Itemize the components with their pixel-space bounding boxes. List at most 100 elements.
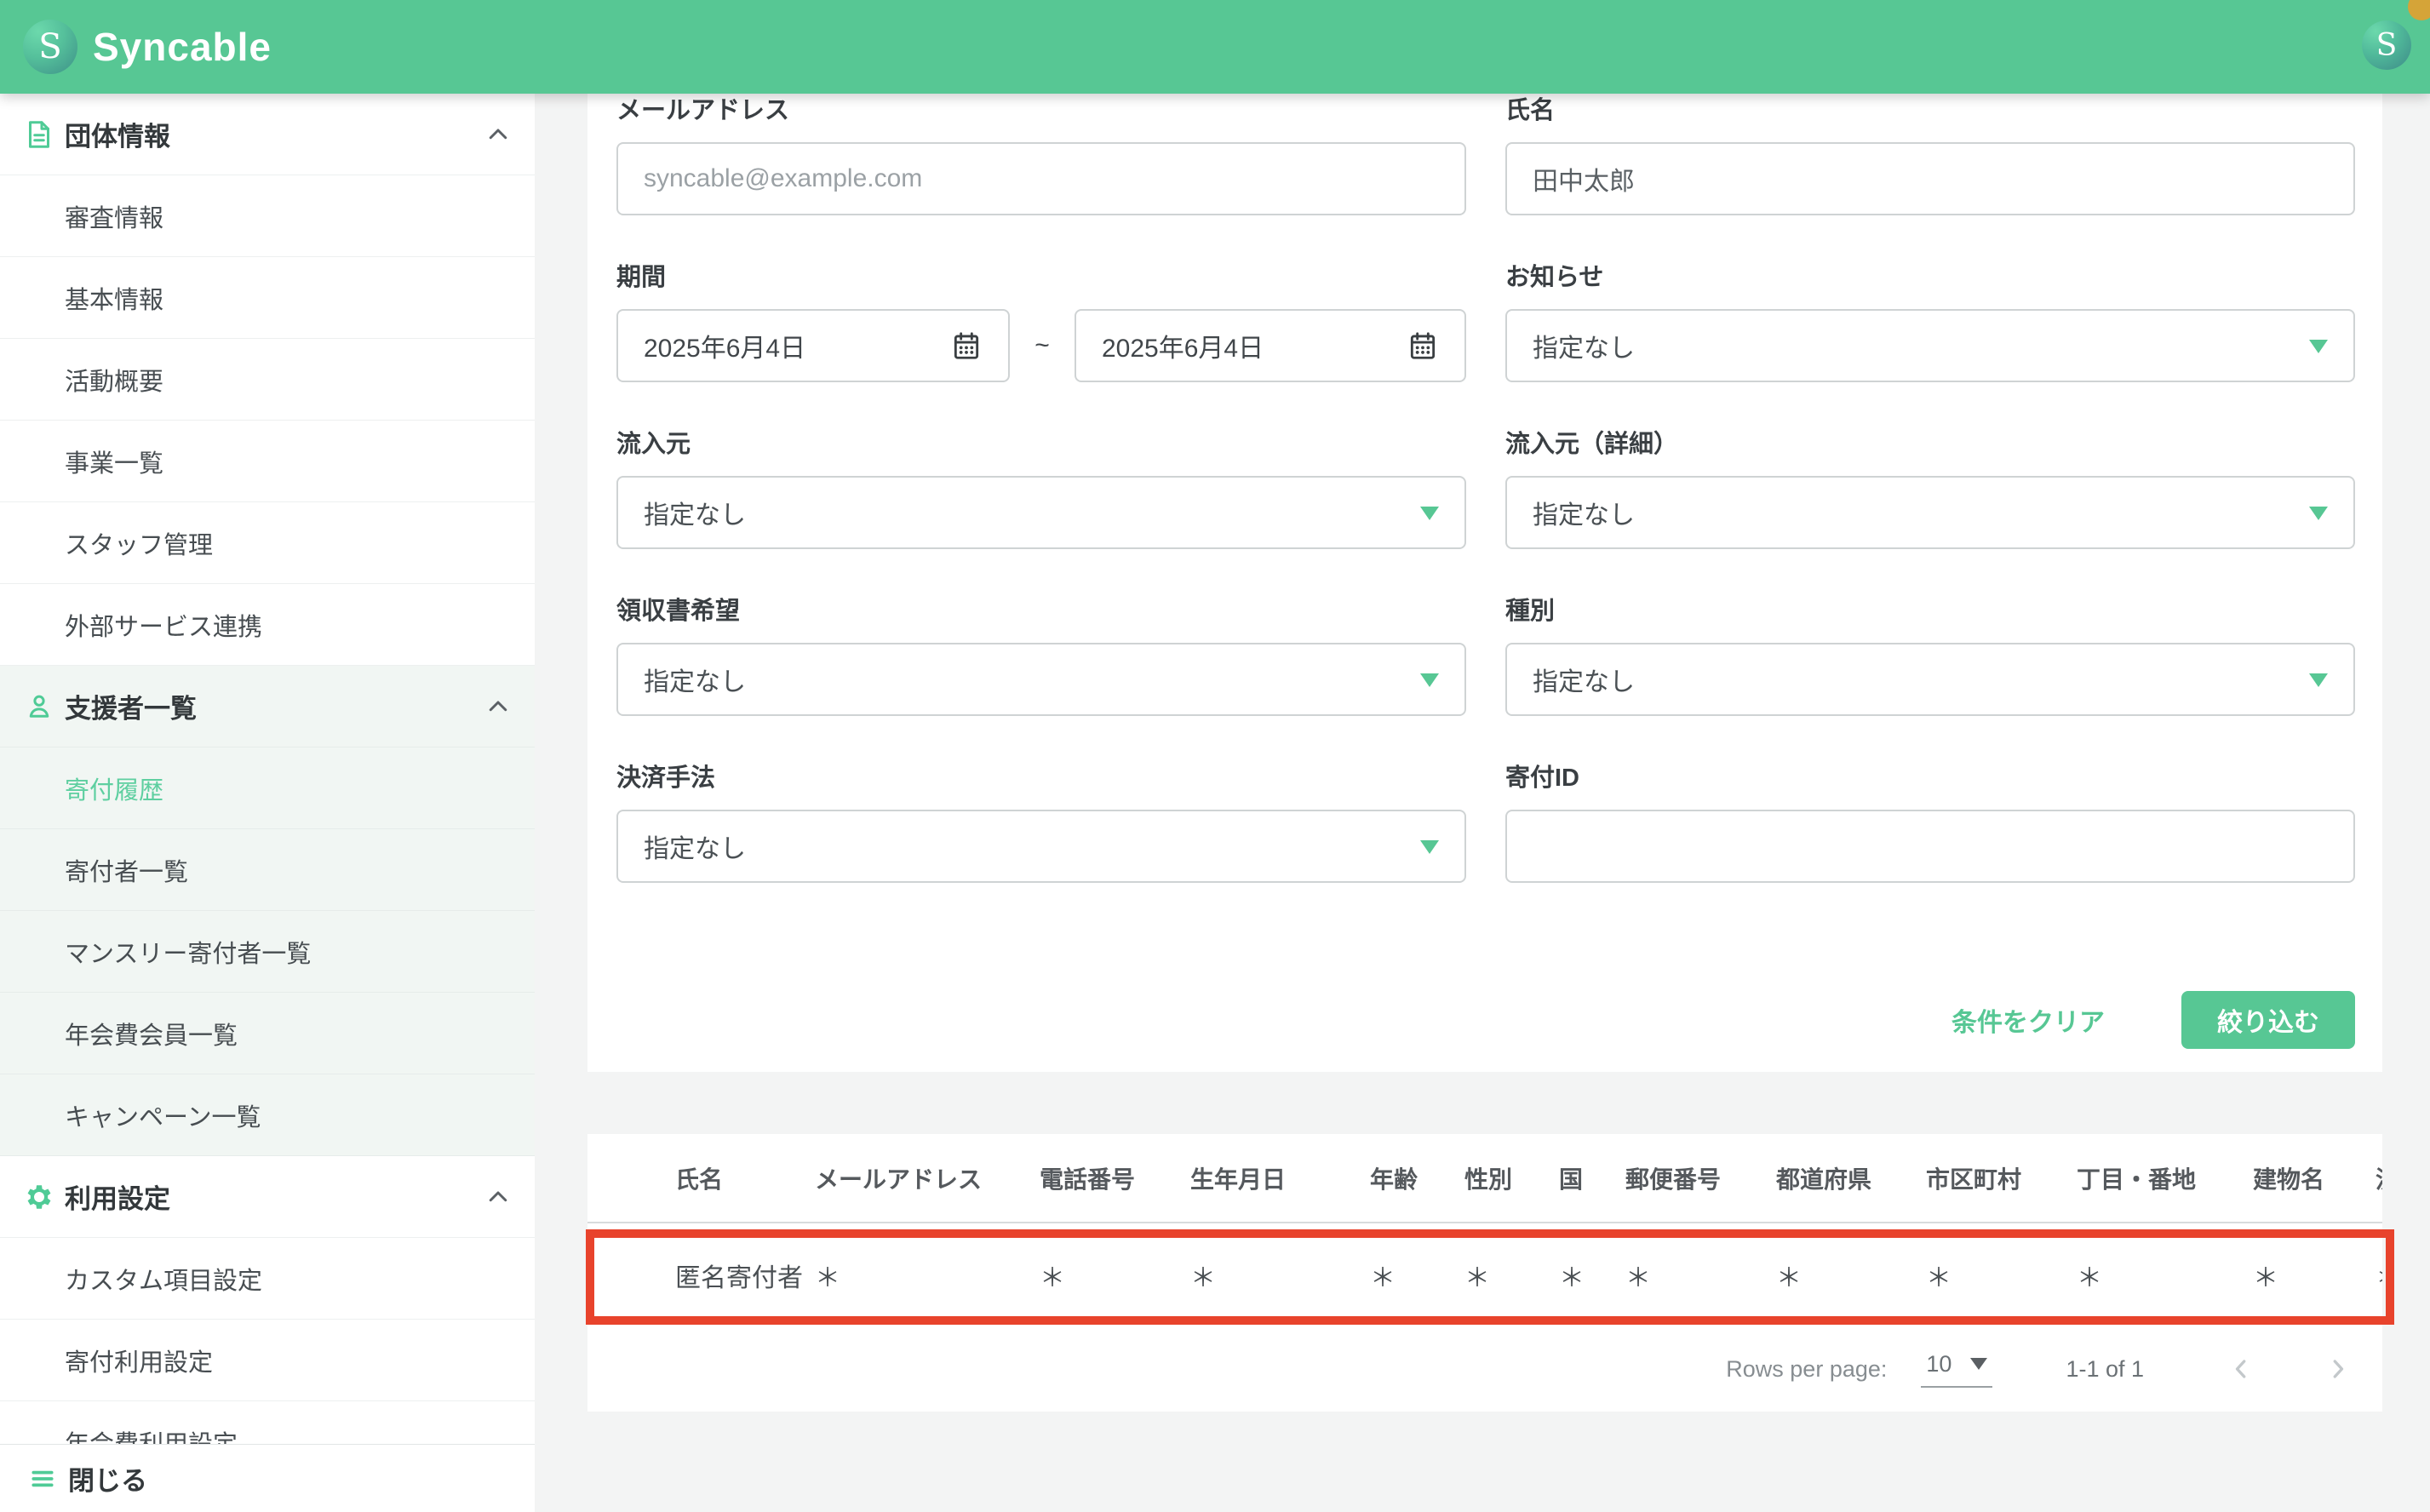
caret-down-icon [2309, 507, 2328, 520]
gear-icon [24, 1182, 54, 1212]
column-header: 流入元 [2376, 1161, 2382, 1195]
cell-masked: ＊ [1776, 1257, 1926, 1294]
sidebar-section-organization[interactable]: 団体情報 [0, 94, 535, 175]
calendar-icon [950, 329, 983, 362]
receipt-field-group: 領収書希望 指定なし [616, 597, 1466, 716]
inflow-value: 指定なし [644, 494, 746, 531]
column-header: 都道府県 [1776, 1161, 1926, 1195]
inflow-detail-field-group: 流入元（詳細） 指定なし [1505, 430, 2355, 549]
sidebar-item-kifusha-ichiran[interactable]: 寄付者一覧 [0, 829, 535, 911]
inflow-detail-select[interactable]: 指定なし [1505, 476, 2355, 549]
notice-select[interactable]: 指定なし [1505, 309, 2355, 382]
rows-per-page-label: Rows per page: [1726, 1356, 1887, 1383]
sidebar-item-nenkaihi-kaiin[interactable]: 年会費会員一覧 [0, 993, 535, 1074]
sidebar: 団体情報 審査情報 基本情報 活動概要 事業一覧 スタッフ管理 外部サービス連携… [0, 94, 535, 1512]
period-from-input[interactable]: 2025年6月4日 [616, 309, 1010, 382]
sidebar-item-shinsa-joho[interactable]: 審査情報 [0, 175, 535, 257]
filter-actions: 条件をクリア 絞り込む [616, 991, 2355, 1049]
chevron-up-icon [485, 1184, 511, 1210]
receipt-select[interactable]: 指定なし [616, 643, 1466, 716]
cell-masked: ＊ [1190, 1257, 1370, 1294]
cell-masked: ＊ [2376, 1257, 2382, 1294]
next-page-button[interactable] [2323, 1354, 2353, 1384]
payment-select[interactable]: 指定なし [616, 810, 1466, 883]
type-select[interactable]: 指定なし [1505, 643, 2355, 716]
sidebar-close-button[interactable]: 閉じる [0, 1444, 535, 1512]
calendar-icon [1407, 329, 1439, 362]
sidebar-item-kihon-joho[interactable]: 基本情報 [0, 257, 535, 339]
column-header: 丁目・番地 [2077, 1161, 2253, 1195]
type-field-group: 種別 指定なし [1505, 597, 2355, 716]
caret-down-icon [1970, 1358, 1987, 1370]
sidebar-close-label: 閉じる [68, 1459, 147, 1498]
filter-panel: メールアドレス 氏名 期間 2025年6月4日 [587, 94, 2382, 1072]
period-separator: ~ [1010, 331, 1075, 360]
rows-per-page-select[interactable]: 10 [1921, 1351, 1992, 1388]
table-row[interactable]: 匿名寄付者 ＊ ＊ ＊ ＊ ＊ ＊ ＊ ＊ ＊ ＊ ＊ ＊ [587, 1223, 2382, 1326]
column-header: 年齢 [1370, 1161, 1464, 1195]
sidebar-section-supporters[interactable]: 支援者一覧 [0, 666, 535, 747]
sidebar-item-gaibu-service[interactable]: 外部サービス連携 [0, 584, 535, 666]
column-header: 郵便番号 [1625, 1161, 1776, 1195]
inflow-field-group: 流入元 指定なし [616, 430, 1466, 549]
cell-masked: ＊ [1370, 1257, 1464, 1294]
table-header-row: 氏名 メールアドレス 電話番号 生年月日 年齢 性別 国 郵便番号 都道府県 市… [587, 1134, 2382, 1223]
sidebar-item-jigyo-ichiran[interactable]: 事業一覧 [0, 421, 535, 502]
brand-logo-icon: S [23, 20, 77, 74]
column-header: 性別 [1464, 1161, 1559, 1195]
sidebar-section-settings[interactable]: 利用設定 [0, 1156, 535, 1238]
period-to-value: 2025年6月4日 [1102, 327, 1264, 364]
receipt-label: 領収書希望 [616, 597, 1466, 626]
sidebar-item-staff-kanri[interactable]: スタッフ管理 [0, 502, 535, 584]
clear-conditions-link[interactable]: 条件をクリア [1951, 1001, 2105, 1039]
cell-masked: ＊ [2077, 1257, 2253, 1294]
caret-down-icon [2309, 340, 2328, 353]
name-label: 氏名 [1505, 96, 2355, 125]
column-header: メールアドレス [815, 1161, 1040, 1195]
payment-value: 指定なし [644, 828, 746, 865]
notification-dot [2408, 0, 2430, 20]
sidebar-item-monthly-kifusha[interactable]: マンスリー寄付者一覧 [0, 911, 535, 993]
sidebar-item-kifu-riyo-settei[interactable]: 寄付利用設定 [0, 1320, 535, 1401]
sidebar-item-katsudo-gaiyo[interactable]: 活動概要 [0, 339, 535, 421]
sidebar-item-custom-komoku[interactable]: カスタム項目設定 [0, 1238, 535, 1320]
brand-name: Syncable [93, 24, 272, 70]
payment-field-group: 決済手法 指定なし [616, 764, 1466, 883]
donation-id-label: 寄付ID [1505, 764, 2355, 793]
cell-masked: ＊ [2253, 1257, 2376, 1294]
filter-submit-button[interactable]: 絞り込む [2181, 991, 2355, 1049]
caret-down-icon [2309, 673, 2328, 687]
type-value: 指定なし [1533, 661, 1635, 698]
cell-masked: ＊ [1559, 1257, 1625, 1294]
person-icon [24, 691, 54, 722]
inflow-detail-label: 流入元（詳細） [1505, 430, 2355, 459]
name-input[interactable] [1505, 142, 2355, 215]
caret-down-icon [1420, 507, 1439, 520]
sidebar-nav: 団体情報 審査情報 基本情報 活動概要 事業一覧 スタッフ管理 外部サービス連携… [0, 94, 535, 1444]
column-header: 電話番号 [1040, 1161, 1190, 1195]
donation-id-input[interactable] [1505, 810, 2355, 883]
rows-per-page-value: 10 [1926, 1351, 1951, 1377]
column-header: 生年月日 [1190, 1161, 1370, 1195]
previous-page-button[interactable] [2226, 1354, 2256, 1384]
sidebar-item-nenkaihi-riyo-settei[interactable]: 年会費利用設定 [0, 1401, 535, 1444]
email-input[interactable] [616, 142, 1466, 215]
inflow-label: 流入元 [616, 430, 1466, 459]
menu-icon [29, 1465, 56, 1492]
cell-name: 匿名寄付者 [675, 1257, 815, 1294]
period-from-value: 2025年6月4日 [644, 327, 805, 364]
sidebar-item-kifu-rireki[interactable]: 寄付履歴 [0, 747, 535, 829]
cell-masked: ＊ [1040, 1257, 1190, 1294]
notice-field-group: お知らせ 指定なし [1505, 263, 2355, 382]
results-table: 氏名 メールアドレス 電話番号 生年月日 年齢 性別 国 郵便番号 都道府県 市… [587, 1134, 2382, 1412]
name-field-group: 氏名 [1505, 96, 2355, 215]
app-header: S Syncable S [0, 0, 2430, 94]
inflow-select[interactable]: 指定なし [616, 476, 1466, 549]
period-field-group: 期間 2025年6月4日 ~ [616, 263, 1466, 382]
avatar[interactable]: S [2362, 20, 2411, 70]
period-label: 期間 [616, 263, 1466, 292]
cell-masked: ＊ [1464, 1257, 1559, 1294]
sidebar-item-campaign-ichiran[interactable]: キャンペーン一覧 [0, 1074, 535, 1156]
period-to-input[interactable]: 2025年6月4日 [1075, 309, 1466, 382]
sidebar-section-label: 支援者一覧 [65, 687, 197, 725]
